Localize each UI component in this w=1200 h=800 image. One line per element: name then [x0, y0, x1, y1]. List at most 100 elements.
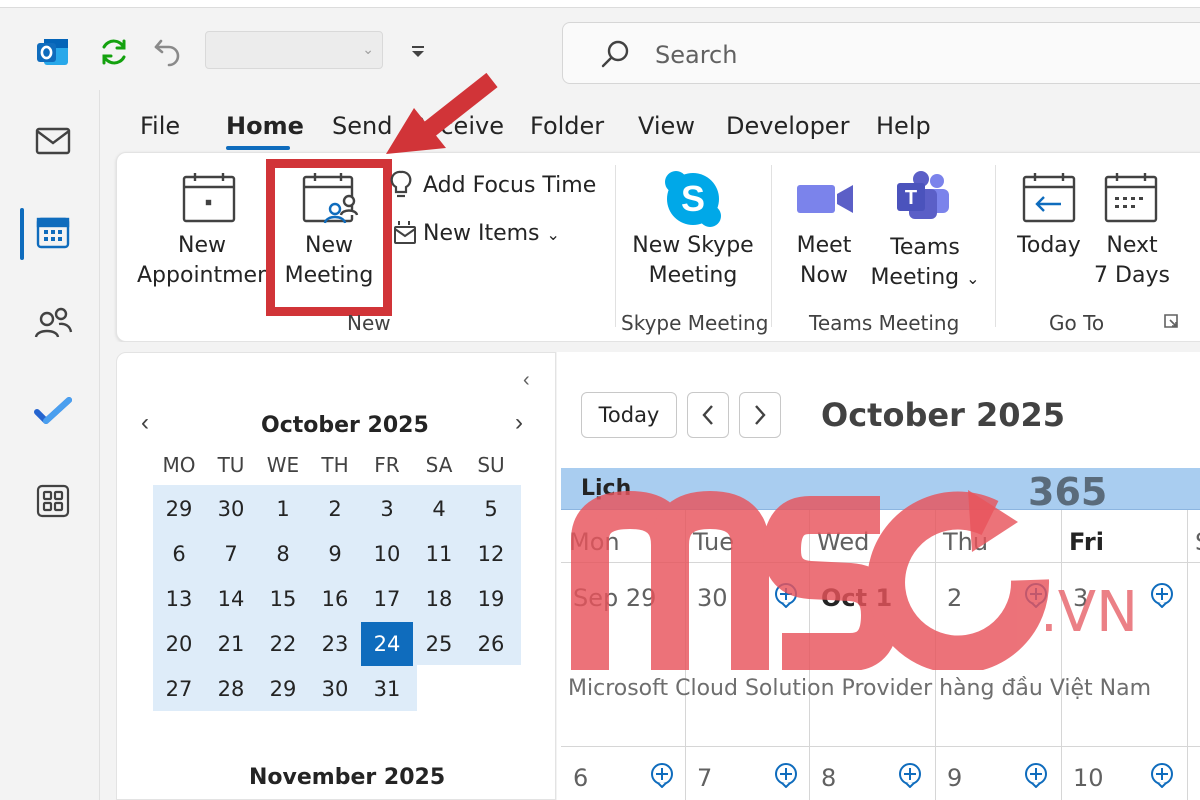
today-button[interactable]: Today	[1007, 231, 1091, 261]
undo-icon[interactable]	[150, 34, 186, 70]
mini-calendar-day[interactable]: 4	[413, 487, 465, 531]
next-month-icon[interactable]: ›	[515, 409, 523, 437]
mini-calendar-day[interactable]: 20	[153, 622, 205, 666]
add-event-icon[interactable]	[649, 762, 675, 789]
add-event-icon[interactable]	[773, 762, 799, 789]
weekday-label: SU	[477, 453, 505, 477]
mini-calendar-day[interactable]: 27	[153, 667, 205, 711]
ribbon-tabs: File Home Send Receive Folder View Devel…	[100, 90, 1200, 152]
svg-text:S: S	[681, 178, 705, 219]
mini-calendar-day[interactable]: 22	[257, 622, 309, 666]
calendar-day-number[interactable]: 10	[1073, 764, 1104, 792]
mini-calendar-day[interactable]: 19	[465, 577, 517, 621]
ribbon-separator	[771, 165, 772, 327]
quick-access-combo[interactable]: ⌄	[205, 31, 383, 69]
mini-calendar-day[interactable]: 14	[205, 577, 257, 621]
mini-calendar-day[interactable]: 15	[257, 577, 309, 621]
calendar-day-number[interactable]: 6	[573, 764, 588, 792]
svg-text:T: T	[905, 187, 917, 209]
collapse-pane-icon[interactable]: ‹	[523, 369, 530, 392]
mini-calendar-day[interactable]: 31	[361, 667, 413, 711]
mini-calendar-day[interactable]: 6	[153, 532, 205, 576]
mini-calendar-day[interactable]: 2	[309, 487, 361, 531]
group-label-teams-meeting: Teams Meeting	[809, 311, 960, 335]
apps-grid-icon[interactable]	[30, 478, 76, 524]
prev-month-icon[interactable]: ‹	[141, 409, 149, 437]
new-items-button[interactable]: New Items ⌄	[423, 219, 560, 250]
mini-calendar-day[interactable]: 12	[465, 532, 517, 576]
calendar-icon[interactable]	[30, 210, 76, 256]
mini-calendar-day[interactable]: 5	[465, 487, 517, 531]
outlook-icon[interactable]	[34, 34, 70, 70]
previous-period-button[interactable]	[687, 392, 729, 438]
new-skype-meeting-button[interactable]: New Skype Meeting	[625, 231, 761, 291]
weekday-label: WE	[266, 453, 300, 477]
mini-calendar-day[interactable]: 1	[257, 487, 309, 531]
next-7-days-button[interactable]: Next 7 Days	[1089, 231, 1175, 291]
mini-calendar-day[interactable]: 8	[257, 532, 309, 576]
mini-calendar-day[interactable]: 24	[361, 622, 413, 666]
today-nav-button[interactable]: Today	[581, 392, 677, 438]
tab-view[interactable]: View	[638, 112, 695, 140]
tab-folder[interactable]: Folder	[530, 112, 604, 140]
mini-calendar-day[interactable]: 30	[309, 667, 361, 711]
next-period-button[interactable]	[739, 392, 781, 438]
weekday-label: TH	[321, 453, 349, 477]
mail-icon[interactable]	[30, 118, 76, 164]
dialog-launcher-icon[interactable]	[1163, 313, 1179, 334]
new-appointment-button[interactable]: New Appointmen	[137, 231, 271, 291]
add-event-icon[interactable]	[1149, 582, 1175, 609]
meet-now-button[interactable]: Meet Now	[781, 231, 867, 291]
mini-calendar-day[interactable]: 23	[309, 622, 361, 666]
add-event-icon[interactable]	[897, 762, 923, 789]
todo-check-icon[interactable]	[30, 388, 76, 434]
app-rail	[0, 90, 100, 800]
group-label-skype-meeting: Skype Meeting	[621, 311, 769, 335]
search-placeholder: Search	[655, 41, 738, 69]
search-box[interactable]: Search	[562, 22, 1200, 84]
mini-calendar-day[interactable]: 10	[361, 532, 413, 576]
mini-calendar-day[interactable]: 21	[205, 622, 257, 666]
mini-calendar-day[interactable]: 16	[309, 577, 361, 621]
watermark-tagline: Microsoft Cloud Solution Provider hàng đ…	[568, 676, 1152, 701]
add-event-icon[interactable]	[1149, 762, 1175, 789]
grid-column-line	[1187, 510, 1188, 800]
customize-toolbar-icon[interactable]	[404, 38, 432, 66]
skype-line2: Meeting	[648, 263, 738, 288]
ribbon-separator	[995, 165, 996, 327]
sync-icon[interactable]	[96, 34, 132, 70]
add-event-icon[interactable]	[1023, 762, 1049, 789]
people-icon[interactable]	[30, 300, 76, 346]
tab-file[interactable]: File	[140, 112, 180, 140]
meet-now-line2: Now	[800, 263, 848, 288]
ribbon-separator	[615, 165, 616, 327]
tab-developer[interactable]: Developer	[726, 112, 849, 140]
mini-calendar-day[interactable]: 25	[413, 622, 465, 666]
mini-calendar-day[interactable]: 18	[413, 577, 465, 621]
watermark-domain: .VN	[1040, 580, 1138, 645]
chevron-down-icon: ⌄	[362, 41, 374, 57]
mini-calendar-day[interactable]: 29	[257, 667, 309, 711]
mini-calendar-day[interactable]: 9	[309, 532, 361, 576]
mini-calendar-day[interactable]: 28	[205, 667, 257, 711]
meet-now-line1: Meet	[796, 233, 852, 258]
mini-calendar-day[interactable]: 13	[153, 577, 205, 621]
mini-calendar-day[interactable]: 7	[205, 532, 257, 576]
calendar-day-number[interactable]: 8	[821, 764, 836, 792]
calendar-day-number[interactable]: 9	[947, 764, 962, 792]
mini-calendar-day[interactable]: 29	[153, 487, 205, 531]
weekday-header-label: S	[1195, 528, 1200, 556]
mini-calendar-day[interactable]: 30	[205, 487, 257, 531]
tab-home[interactable]: Home	[226, 112, 304, 140]
mini-calendar-day[interactable]: 3	[361, 487, 413, 531]
mini-calendar-day[interactable]: 11	[413, 532, 465, 576]
tab-help[interactable]: Help	[876, 112, 931, 140]
next-line2: 7 Days	[1094, 263, 1170, 288]
calendar-title: October 2025	[821, 396, 1066, 434]
mini-calendar-day[interactable]: 17	[361, 577, 413, 621]
calendar-day-number[interactable]: 7	[697, 764, 712, 792]
teams-meeting-button[interactable]: Teams Meeting ⌄	[869, 233, 981, 294]
mini-calendar-day[interactable]: 26	[465, 622, 517, 666]
chevron-down-icon: ⌄	[546, 225, 560, 244]
active-tab-underline	[226, 146, 290, 150]
